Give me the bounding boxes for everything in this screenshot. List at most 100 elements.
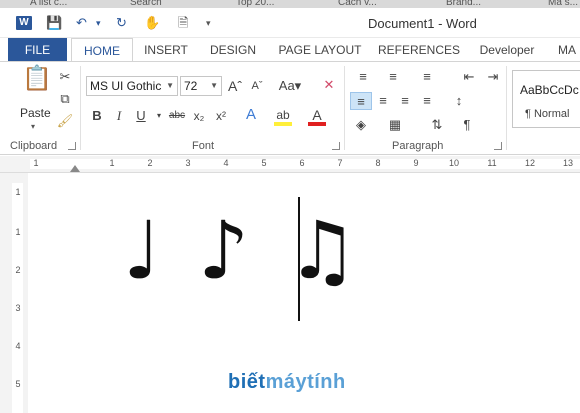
- style-normal[interactable]: AaBbCcDc ¶ Normal: [512, 70, 580, 128]
- document-page[interactable]: ♩ ♪ ♫ biếtmáytính: [28, 173, 580, 413]
- vruler-number: 4: [15, 341, 21, 351]
- ruler-number: 4: [223, 158, 229, 168]
- sort-icon[interactable]: ⇅: [428, 116, 446, 134]
- undo-icon[interactable]: ↶: [76, 14, 87, 32]
- browser-tab[interactable]: Top 20...: [236, 0, 274, 8]
- window-title: Document1 - Word: [368, 16, 477, 31]
- paragraph-group-label: Paragraph: [392, 140, 444, 152]
- tab-references[interactable]: REFERENCES: [378, 38, 460, 62]
- word-logo-icon: W: [16, 16, 32, 30]
- group-divider: [506, 66, 507, 150]
- redo-icon[interactable]: ↻: [116, 14, 127, 32]
- save-icon[interactable]: 💾: [46, 14, 62, 32]
- ruler-number: 3: [185, 158, 191, 168]
- vruler-number: 1: [15, 227, 21, 237]
- strikethrough-icon[interactable]: abc: [166, 107, 188, 125]
- underline-icon[interactable]: U: [132, 107, 150, 125]
- indent-marker-icon[interactable]: [70, 165, 80, 172]
- tab-design[interactable]: DESIGN: [204, 38, 262, 62]
- clipboard-launcher-icon[interactable]: [68, 142, 76, 150]
- font-launcher-icon[interactable]: [332, 142, 340, 150]
- borders-icon[interactable]: ▦: [386, 116, 404, 134]
- copy-icon[interactable]: ⧉: [56, 90, 74, 108]
- new-document-icon[interactable]: 🗎: [178, 14, 188, 32]
- show-formatting-icon[interactable]: ¶: [458, 116, 476, 134]
- vruler-number: 1: [15, 187, 21, 197]
- paste-button[interactable]: Paste: [20, 106, 51, 120]
- text-cursor: [298, 197, 300, 321]
- font-size-value: 72: [184, 79, 198, 93]
- numbering-icon[interactable]: ≡: [384, 68, 402, 86]
- touch-mode-icon[interactable]: ✋: [144, 14, 160, 32]
- change-case-icon[interactable]: Aa▾: [278, 77, 302, 95]
- shrink-font-icon[interactable]: Aˇ: [248, 77, 266, 95]
- style-name: ¶ Normal: [525, 108, 570, 120]
- browser-tab[interactable]: Search: [130, 0, 162, 8]
- ribbon-tabs: FILE HOME INSERT DESIGN PAGE LAYOUT REFE…: [0, 38, 580, 62]
- group-divider: [344, 66, 345, 150]
- browser-tab-strip: A list c... Search Top 20... Cách v... B…: [0, 0, 580, 8]
- group-divider: [80, 66, 81, 150]
- increase-indent-icon[interactable]: ⇥: [484, 68, 502, 86]
- vruler-number: 2: [15, 265, 21, 275]
- paste-dropdown-icon[interactable]: ▾: [31, 122, 35, 131]
- chevron-down-icon: ▼: [210, 81, 218, 90]
- justify-icon[interactable]: ≡: [418, 92, 436, 110]
- tab-developer[interactable]: Developer: [474, 38, 540, 62]
- bold-icon[interactable]: B: [88, 107, 106, 125]
- font-size-combo[interactable]: 72 ▼: [180, 76, 222, 96]
- ruler-number: 1: [33, 158, 39, 168]
- vertical-ruler[interactable]: 1 1 2 3 4 5: [0, 173, 28, 413]
- align-center-icon[interactable]: ≡: [374, 92, 392, 110]
- paragraph-launcher-icon[interactable]: [494, 142, 502, 150]
- font-color-icon[interactable]: A: [308, 106, 326, 126]
- bullets-icon[interactable]: ≡: [354, 68, 372, 86]
- subscript-icon[interactable]: x₂: [190, 107, 208, 125]
- browser-tab[interactable]: Brand...: [446, 0, 481, 8]
- clear-formatting-icon[interactable]: ✕: [320, 76, 338, 94]
- watermark-part1: biết: [228, 371, 266, 393]
- font-group-label: Font: [192, 140, 215, 152]
- watermark-logo: biếtmáytính: [228, 371, 346, 394]
- shading-icon[interactable]: ◈: [352, 116, 370, 134]
- undo-dropdown-icon[interactable]: ▾: [96, 14, 101, 32]
- vruler-number: 5: [15, 379, 21, 389]
- cut-icon[interactable]: ✂: [56, 68, 74, 86]
- clipboard-group-label: Clipboard: [10, 140, 58, 152]
- paste-icon[interactable]: 📋: [22, 67, 52, 100]
- ruler-number: 7: [337, 158, 343, 168]
- browser-tab[interactable]: Cách v...: [338, 0, 377, 8]
- ruler-number: 1: [109, 158, 115, 168]
- ruler-number: 11: [487, 158, 497, 168]
- grow-font-icon[interactable]: Aˆ: [226, 77, 244, 95]
- tab-mailings[interactable]: MA: [558, 38, 580, 62]
- style-sample: AaBbCcDc: [520, 83, 579, 97]
- align-right-icon[interactable]: ≡: [396, 92, 414, 110]
- document-text[interactable]: ♩ ♪ ♫: [123, 211, 364, 291]
- horizontal-ruler[interactable]: 1 1 2 3 4 5 6 7 8 9 10 11 12 13: [0, 156, 580, 173]
- decrease-indent-icon[interactable]: ⇤: [460, 68, 478, 86]
- italic-icon[interactable]: I: [110, 107, 128, 125]
- font-name-combo[interactable]: MS UI Gothic ▼: [86, 76, 178, 96]
- text-effects-icon[interactable]: A: [242, 106, 260, 124]
- ruler-number: 5: [261, 158, 267, 168]
- tab-home[interactable]: HOME: [71, 38, 133, 62]
- highlight-color-icon[interactable]: ab: [274, 106, 292, 126]
- superscript-icon[interactable]: x²: [212, 107, 230, 125]
- tab-insert[interactable]: INSERT: [138, 38, 194, 62]
- watermark-part2: máytính: [265, 371, 346, 393]
- align-left-icon[interactable]: ≡: [350, 92, 372, 110]
- ribbon: 📋 Paste ▾ ✂ ⧉ 🖌 Clipboard MS UI Gothic ▼…: [0, 61, 580, 155]
- browser-tab[interactable]: Mã s...: [548, 0, 578, 8]
- title-bar: W 💾 ↶ ▾ ↻ ✋ 🗎 ▾ Document1 - Word: [0, 8, 580, 38]
- font-name-value: MS UI Gothic: [90, 79, 162, 93]
- vruler-number: 3: [15, 303, 21, 313]
- browser-tab[interactable]: A list c...: [30, 0, 67, 8]
- tab-page-layout[interactable]: PAGE LAYOUT: [276, 38, 364, 62]
- tab-file[interactable]: FILE: [8, 38, 67, 62]
- multilevel-list-icon[interactable]: ≡: [418, 68, 436, 86]
- customize-toolbar-icon[interactable]: ▾: [206, 14, 211, 32]
- ruler-number: 6: [299, 158, 305, 168]
- line-spacing-icon[interactable]: ↕: [450, 92, 468, 110]
- format-painter-icon[interactable]: 🖌: [56, 112, 74, 130]
